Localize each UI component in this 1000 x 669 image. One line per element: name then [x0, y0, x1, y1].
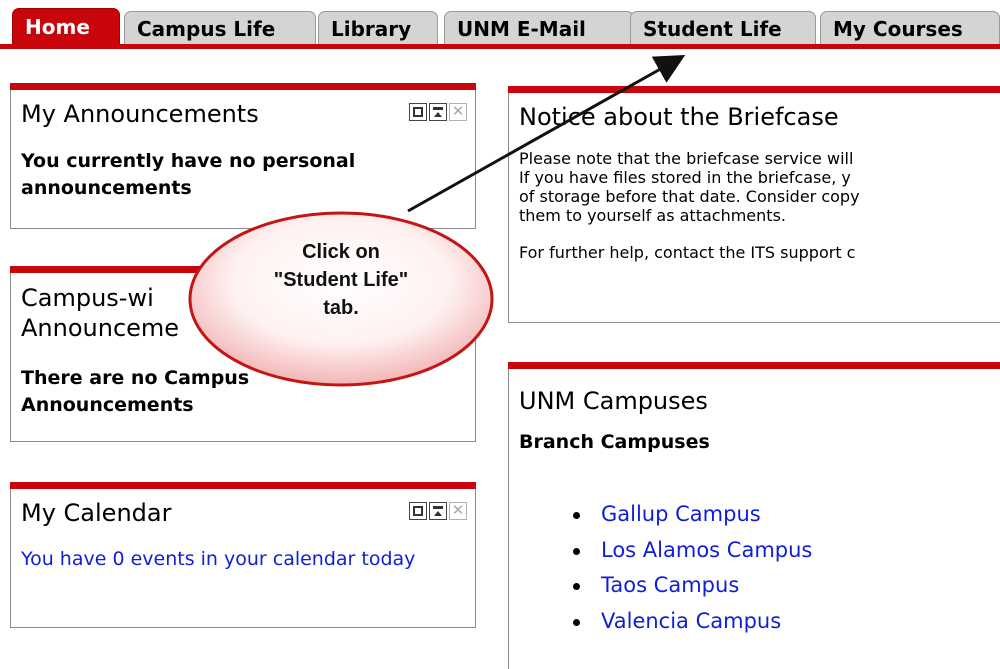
tab-library[interactable]: Library [318, 11, 438, 45]
callout-text: Click on "Student Life" tab. [226, 238, 456, 322]
tab-campus-life[interactable]: Campus Life [124, 11, 316, 45]
my-announcements-portlet: My Announcements ✕ You currently have no… [10, 83, 476, 229]
portlet-title: UNM Campuses [519, 387, 708, 415]
callout-line2: "Student Life" [273, 269, 409, 291]
tab-home-label: Home [25, 15, 90, 39]
tab-my-courses-label: My Courses [833, 17, 963, 41]
portlet-header-bar [10, 482, 476, 489]
callout-line1: Click on [302, 241, 380, 263]
minimize-icon[interactable] [429, 502, 447, 520]
campus-link-valencia[interactable]: Valencia Campus [569, 604, 812, 640]
portlet-title: Notice about the Briefcase [519, 103, 839, 131]
tab-home[interactable]: Home [12, 8, 120, 45]
portlet-title: Campus-wi Announceme [21, 283, 179, 343]
campus-link-taos[interactable]: Taos Campus [569, 568, 812, 604]
tab-unm-email-label: UNM E-Mail [457, 17, 586, 41]
notice-help-line: For further help, contact the ITS suppor… [519, 243, 856, 262]
notice-line: them to yourself as attachments. [519, 206, 786, 225]
tab-student-life-label: Student Life [643, 17, 782, 41]
tab-library-label: Library [331, 17, 412, 41]
portlet-controls: ✕ [409, 102, 467, 121]
calendar-events-link[interactable]: You have 0 events in your calendar today [21, 546, 477, 573]
close-icon[interactable]: ✕ [449, 501, 467, 520]
close-icon[interactable]: ✕ [449, 102, 467, 121]
tab-unm-email[interactable]: UNM E-Mail [444, 11, 634, 45]
campus-link-gallup[interactable]: Gallup Campus [569, 497, 812, 533]
my-calendar-portlet: My Calendar ✕ You have 0 events in your … [10, 482, 477, 628]
branch-campuses-heading: Branch Campuses [519, 431, 710, 453]
portlet-title: My Calendar [21, 499, 172, 527]
callout-line3: tab. [323, 297, 359, 319]
briefcase-notice-body: Please note that the briefcase service w… [519, 149, 860, 262]
tab-bar: Home Campus Life Library UNM E-Mail Stud… [0, 0, 1000, 60]
notice-line: of storage before that date. Consider co… [519, 187, 860, 206]
portlet-header-bar [508, 86, 1000, 93]
tab-underline [0, 44, 1000, 49]
portlet-title: My Announcements [21, 100, 259, 128]
unm-campuses-portlet: UNM Campuses Branch Campuses Gallup Camp… [508, 362, 1000, 669]
announcements-body: You currently have no personal announcem… [21, 150, 356, 199]
notice-line: If you have files stored in the briefcas… [519, 168, 851, 187]
tab-my-courses[interactable]: My Courses [820, 11, 1000, 45]
minimize-icon[interactable] [429, 103, 447, 121]
portlet-controls: ✕ [409, 501, 467, 520]
notice-line: Please note that the briefcase service w… [519, 149, 854, 168]
tab-student-life[interactable]: Student Life [630, 11, 816, 45]
campus-link-los-alamos[interactable]: Los Alamos Campus [569, 533, 812, 569]
portlet-title-line1: Campus-wi [21, 284, 154, 312]
portlet-header-bar [508, 362, 1000, 369]
tab-campus-life-label: Campus Life [137, 17, 276, 41]
campus-announcements-body: There are no Campus Announcements [21, 367, 250, 416]
campus-list: Gallup Campus Los Alamos Campus Taos Cam… [569, 497, 812, 639]
maximize-icon[interactable] [409, 103, 427, 121]
maximize-icon[interactable] [409, 502, 427, 520]
briefcase-notice-portlet: Notice about the Briefcase Please note t… [508, 86, 1000, 323]
portlet-title-line2: Announceme [21, 314, 180, 342]
portlet-header-bar [10, 83, 476, 90]
